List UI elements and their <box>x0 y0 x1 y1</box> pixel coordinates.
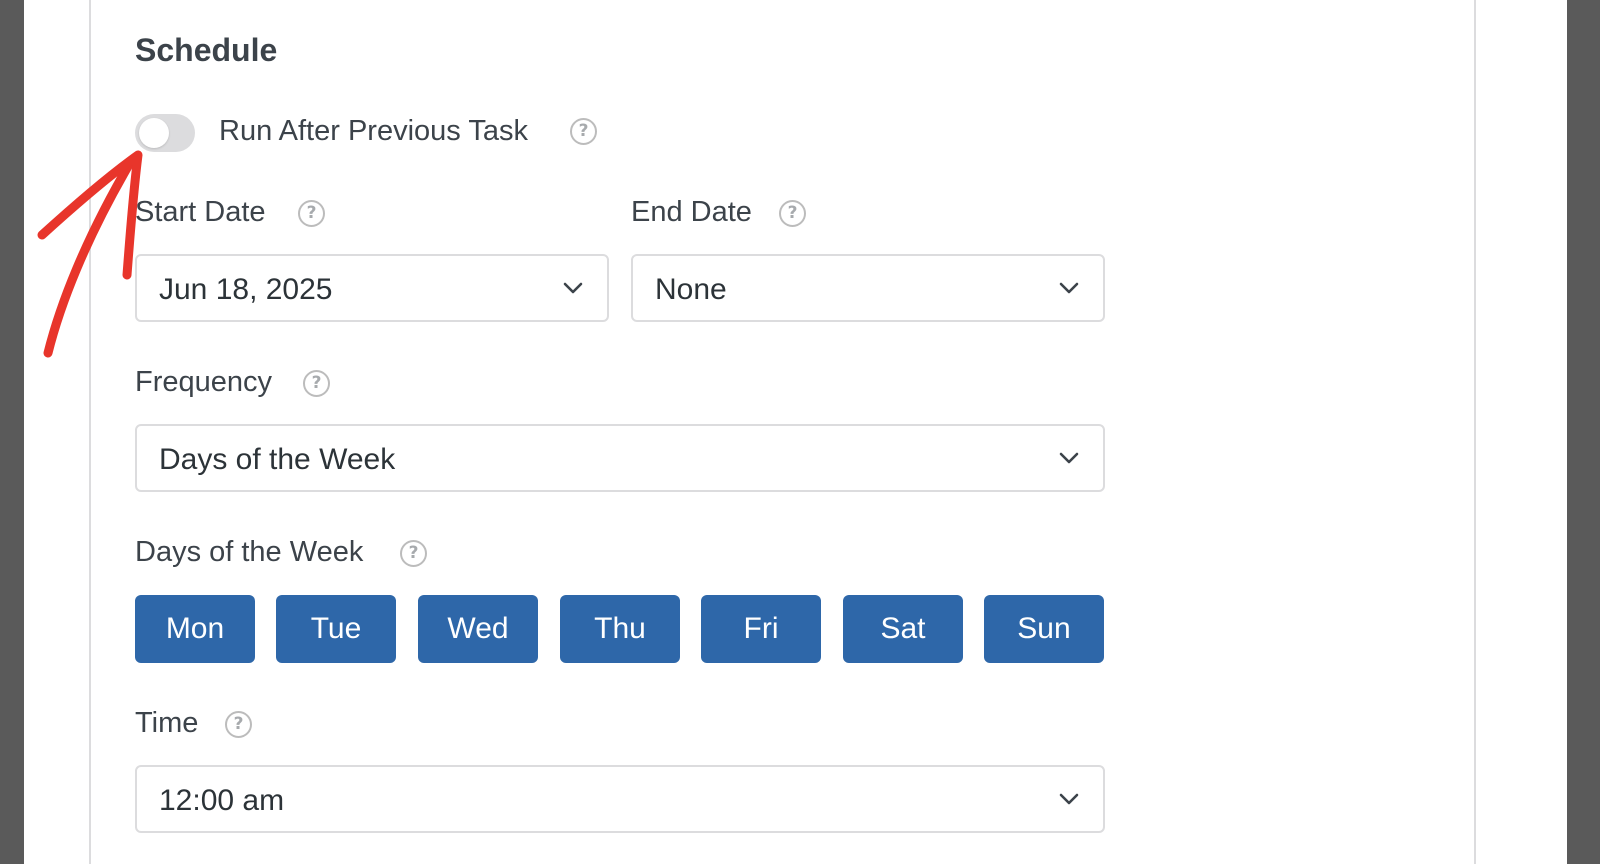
help-icon[interactable]: ? <box>779 200 806 227</box>
day-button-sun[interactable]: Sun <box>984 595 1104 663</box>
time-label: Time <box>135 707 199 739</box>
day-button-mon[interactable]: Mon <box>135 595 255 663</box>
frequency-select[interactable]: Days of the Week <box>135 424 1105 492</box>
chevron-down-icon <box>563 282 583 294</box>
day-button-thu[interactable]: Thu <box>560 595 680 663</box>
start-date-value: Jun 18, 2025 <box>159 273 333 306</box>
frequency-label: Frequency <box>135 366 273 398</box>
chevron-down-icon <box>1059 282 1079 294</box>
time-select[interactable]: 12:00 am <box>135 765 1105 833</box>
run-after-previous-label: Run After Previous Task <box>219 115 528 147</box>
help-icon[interactable]: ? <box>570 118 597 145</box>
help-icon[interactable]: ? <box>400 540 427 567</box>
day-button-tue[interactable]: Tue <box>276 595 396 663</box>
help-icon[interactable]: ? <box>225 711 252 738</box>
end-date-label: End Date <box>631 196 752 228</box>
day-button-fri[interactable]: Fri <box>701 595 821 663</box>
end-date-select[interactable]: None <box>631 254 1105 322</box>
frequency-value: Days of the Week <box>159 443 396 476</box>
days-of-week-label: Days of the Week <box>135 536 364 568</box>
red-arrow-annotation <box>37 150 143 358</box>
section-title: Schedule <box>135 32 278 68</box>
chevron-down-icon <box>1059 452 1079 464</box>
help-icon[interactable]: ? <box>298 200 325 227</box>
day-button-sat[interactable]: Sat <box>843 595 963 663</box>
time-value: 12:00 am <box>159 784 285 817</box>
chevron-down-icon <box>1059 793 1079 805</box>
end-date-value: None <box>655 273 727 306</box>
start-date-select[interactable]: Jun 18, 2025 <box>135 254 609 322</box>
day-button-wed[interactable]: Wed <box>418 595 538 663</box>
toggle-knob <box>139 118 169 148</box>
help-icon[interactable]: ? <box>303 370 330 397</box>
